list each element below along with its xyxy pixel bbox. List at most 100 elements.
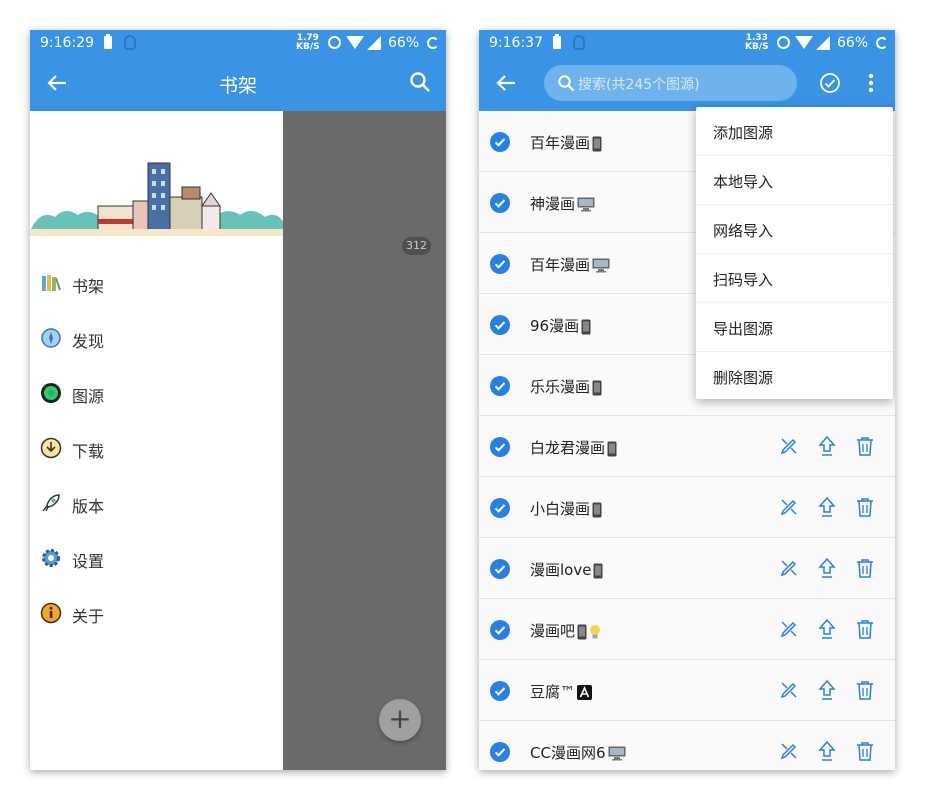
drawer-item-label: 版本 xyxy=(72,497,105,516)
select-all-check-icon[interactable] xyxy=(819,72,841,94)
source-checkbox[interactable] xyxy=(490,437,510,457)
network-speed: 1.79 KB/S xyxy=(296,33,320,52)
source-icon xyxy=(41,383,61,403)
wifi-icon xyxy=(795,36,813,49)
source-name: 96漫画 xyxy=(530,317,580,335)
source-row[interactable]: 豆腐™ xyxy=(479,660,895,721)
menu-item-network-import[interactable]: 网络导入 xyxy=(696,205,893,254)
alarm-icon xyxy=(328,36,341,49)
source-name-wrap: 96漫画 xyxy=(530,315,591,336)
compass-icon xyxy=(41,328,61,348)
delete-icon[interactable] xyxy=(856,741,874,761)
edit-icon[interactable] xyxy=(779,558,799,578)
drawer-scrim[interactable]: 312 + xyxy=(283,111,446,770)
menu-item-label: 删除图源 xyxy=(713,369,774,387)
desktop-badge-icon xyxy=(577,197,595,212)
source-name: 漫画吧 xyxy=(530,622,576,640)
move-to-top-icon[interactable] xyxy=(818,496,836,518)
move-to-top-icon[interactable] xyxy=(818,618,836,640)
more-vert-icon[interactable] xyxy=(866,72,876,94)
source-checkbox[interactable] xyxy=(490,681,510,701)
menu-item-label: 扫码导入 xyxy=(713,271,774,289)
charging-icon xyxy=(104,34,112,49)
edit-icon[interactable] xyxy=(779,436,799,456)
source-row[interactable]: 白龙君漫画 xyxy=(479,416,895,477)
source-checkbox[interactable] xyxy=(490,559,510,579)
source-checkbox[interactable] xyxy=(490,498,510,518)
drawer-item-bookshelf[interactable]: 书架 xyxy=(30,261,283,305)
delete-icon[interactable] xyxy=(856,497,874,517)
drawer-item-settings[interactable]: 设置 xyxy=(30,536,283,580)
move-to-top-icon[interactable] xyxy=(818,740,836,762)
menu-item-scan-import[interactable]: 扫码导入 xyxy=(696,254,893,303)
source-checkbox[interactable] xyxy=(490,315,510,335)
source-checkbox[interactable] xyxy=(490,742,510,762)
source-name-wrap: 白龙君漫画 xyxy=(530,437,617,458)
phone-badge-icon xyxy=(577,624,587,639)
drawer-item-source[interactable]: 图源 xyxy=(30,371,283,415)
phone-badge-icon xyxy=(607,441,617,456)
delete-icon[interactable] xyxy=(856,680,874,700)
qq-icon xyxy=(573,35,585,50)
source-checkbox[interactable] xyxy=(490,193,510,213)
drawer-item-version[interactable]: 版本 xyxy=(30,481,283,525)
source-name-wrap: 百年漫画 xyxy=(530,254,610,275)
status-bar: 9:16:29 1.79 KB/S 66% xyxy=(30,30,446,56)
edit-icon[interactable] xyxy=(779,619,799,639)
search-placeholder: 搜索(共245个图源) xyxy=(578,77,700,93)
add-fab-button[interactable]: + xyxy=(379,699,421,741)
source-name-wrap: 漫画love xyxy=(530,559,603,580)
source-name: 漫画love xyxy=(530,561,592,579)
drawer-item-about[interactable]: 关于 xyxy=(30,591,283,635)
source-name-wrap: 乐乐漫画 xyxy=(530,376,602,397)
battery-percent: 66% xyxy=(837,35,869,51)
source-row[interactable]: 漫画love xyxy=(479,538,895,599)
source-name-wrap: 小白漫画 xyxy=(530,498,602,519)
menu-item-add-source[interactable]: 添加图源 xyxy=(696,107,893,156)
delete-icon[interactable] xyxy=(856,436,874,456)
source-checkbox[interactable] xyxy=(490,376,510,396)
battery-percent: 66% xyxy=(388,35,420,51)
source-name: 百年漫画 xyxy=(530,256,591,274)
source-checkbox[interactable] xyxy=(490,254,510,274)
source-name: 小白漫画 xyxy=(530,500,591,518)
drawer-item-download[interactable]: 下载 xyxy=(30,426,283,470)
desktop-badge-icon xyxy=(608,746,625,761)
source-row[interactable]: 漫画吧 xyxy=(479,599,895,660)
menu-item-local-import[interactable]: 本地导入 xyxy=(696,156,893,205)
menu-item-label: 导出图源 xyxy=(713,320,774,338)
gear-icon xyxy=(42,549,60,567)
source-name-wrap: 神漫画 xyxy=(530,193,595,214)
back-arrow-icon[interactable] xyxy=(495,72,517,94)
menu-item-label: 添加图源 xyxy=(713,124,774,142)
bulb-badge-icon xyxy=(590,624,601,638)
move-to-top-icon[interactable] xyxy=(818,435,836,457)
source-name-wrap: 百年漫画 xyxy=(530,132,602,153)
delete-icon[interactable] xyxy=(856,619,874,639)
search-icon[interactable] xyxy=(409,71,431,93)
move-to-top-icon[interactable] xyxy=(818,557,836,579)
source-checkbox[interactable] xyxy=(490,620,510,640)
edit-icon[interactable] xyxy=(779,497,799,517)
edit-icon[interactable] xyxy=(779,680,799,700)
search-input[interactable]: 搜索(共245个图源) xyxy=(544,65,797,101)
edit-icon[interactable] xyxy=(779,741,799,761)
delete-icon[interactable] xyxy=(856,558,874,578)
source-checkbox[interactable] xyxy=(490,132,510,152)
page-title: 书架 xyxy=(218,75,257,97)
drawer-item-discover[interactable]: 发现 xyxy=(30,316,283,360)
drawer-item-label: 设置 xyxy=(72,552,105,571)
source-row[interactable]: CC漫画网6 xyxy=(479,721,895,770)
drawer-item-label: 发现 xyxy=(72,332,105,351)
menu-item-export-source[interactable]: 导出图源 xyxy=(696,303,893,352)
phone-badge-icon xyxy=(592,502,602,517)
status-time: 9:16:37 xyxy=(489,35,543,51)
menu-item-delete-source[interactable]: 删除图源 xyxy=(696,352,893,401)
battery-ring-icon xyxy=(876,37,888,49)
move-to-top-icon[interactable] xyxy=(818,679,836,701)
count-badge: 312 xyxy=(402,237,431,255)
source-row[interactable]: 小白漫画 xyxy=(479,477,895,538)
search-icon xyxy=(558,75,575,92)
source-name: 豆腐™ xyxy=(530,683,576,701)
drawer-item-label: 书架 xyxy=(72,277,105,296)
